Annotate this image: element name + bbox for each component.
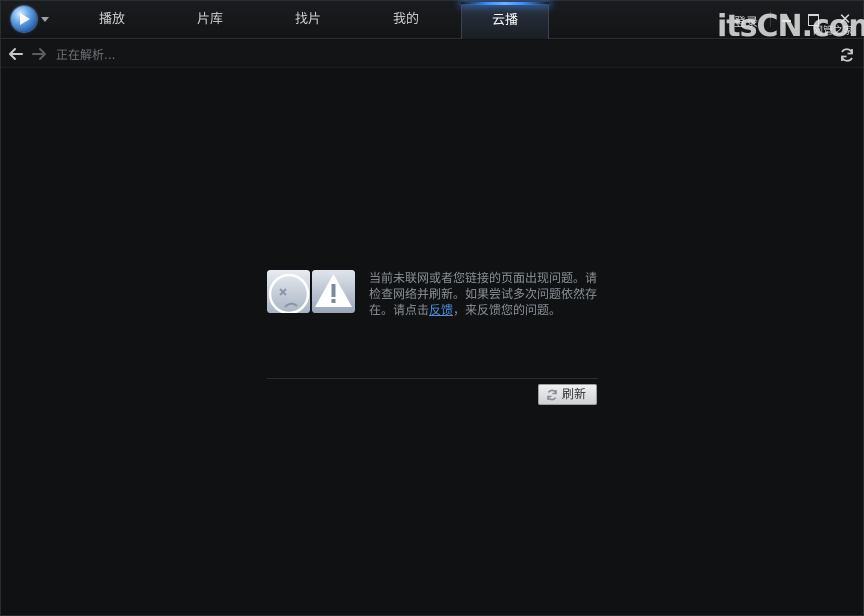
error-divider — [267, 378, 598, 379]
refresh-label: 刷新 — [562, 387, 587, 401]
close-button[interactable]: ✕ — [835, 9, 855, 29]
sad-face-icon — [267, 270, 310, 315]
title-divider — [770, 11, 771, 27]
browser-content: 当前未联网或者您链接的页面出现问题。请检查网络并刷新。如果尝试多次问题依然存在。… — [1, 68, 863, 615]
refresh-button[interactable]: 刷新 — [538, 384, 597, 405]
tab-find[interactable]: 找片 — [259, 1, 357, 39]
error-illustration — [267, 270, 357, 315]
minimize-button[interactable] — [777, 9, 797, 29]
maximize-button[interactable] — [803, 9, 823, 29]
feedback-link[interactable]: 反馈 — [429, 303, 453, 317]
login-link[interactable]: 登录 — [734, 13, 758, 30]
address-status: 正在解析... — [56, 48, 116, 62]
error-message: 当前未联网或者您链接的页面出现问题。请检查网络并刷新。如果尝试多次问题依然存在。… — [369, 270, 601, 318]
refresh-icon — [547, 389, 557, 401]
app-window: 播放 片库 找片 我的 云播 登录 ✕ itsCN.com 网管之家 正在解析.… — [0, 0, 864, 616]
address-bar: 正在解析... — [1, 40, 863, 68]
chevron-down-icon — [41, 17, 49, 22]
error-message-tail: ，来反馈您的问题。 — [453, 303, 562, 317]
tab-cloud-play[interactable]: 云播 — [461, 2, 549, 39]
reload-icon — [841, 48, 853, 62]
app-logo-icon — [11, 6, 37, 32]
back-button[interactable] — [6, 44, 26, 64]
arrow-right-icon — [32, 48, 46, 60]
arrow-left-icon — [9, 48, 23, 60]
warning-triangle-icon — [312, 270, 355, 313]
tab-library[interactable]: 片库 — [161, 1, 259, 39]
app-menu-button[interactable] — [9, 6, 51, 34]
reload-button[interactable] — [837, 45, 857, 65]
main-tabs: 播放 片库 找片 我的 云播 — [63, 1, 549, 39]
title-bar: 播放 片库 找片 我的 云播 登录 ✕ itsCN.com 网管之家 — [1, 1, 864, 44]
tab-mine[interactable]: 我的 — [357, 1, 455, 39]
tab-play[interactable]: 播放 — [63, 1, 161, 39]
forward-button[interactable] — [29, 44, 49, 64]
